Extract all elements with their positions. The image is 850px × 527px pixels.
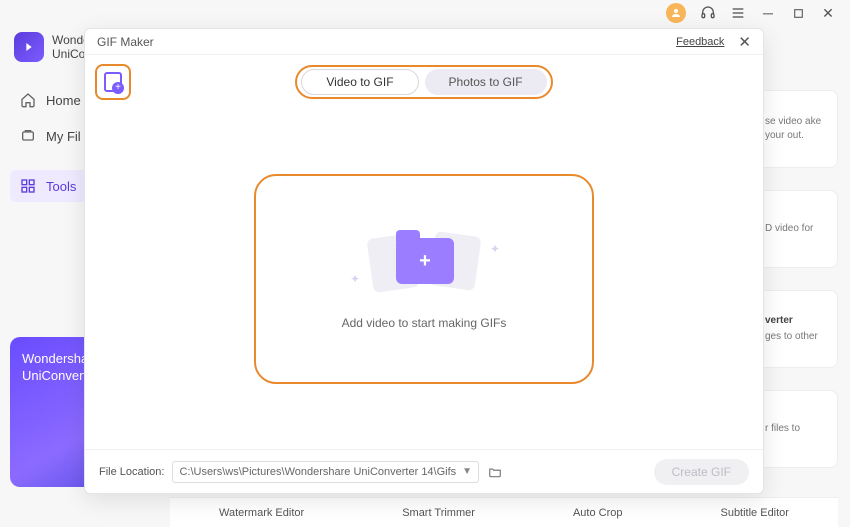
tool-card[interactable]: r files to <box>756 390 838 468</box>
user-avatar[interactable] <box>666 3 686 23</box>
close-window-icon[interactable]: ✕ <box>820 5 836 21</box>
tab-group: Video to GIF Photos to GIF <box>295 65 552 99</box>
sidebar-item-label: My Fil <box>46 129 81 144</box>
tool-link[interactable]: Auto Crop <box>573 507 623 519</box>
tab-video-to-gif[interactable]: Video to GIF <box>301 69 418 95</box>
tool-card[interactable]: verterges to other <box>756 290 838 368</box>
bottom-tool-strip: Watermark Editor Smart Trimmer Auto Crop… <box>170 497 838 527</box>
tool-link[interactable]: Smart Trimmer <box>402 507 475 519</box>
create-gif-button[interactable]: Create GIF <box>654 459 749 485</box>
sparkle-icon: ✦ <box>490 242 500 256</box>
home-icon <box>20 92 36 108</box>
feedback-link[interactable]: Feedback <box>676 36 724 48</box>
right-card-column: se video ake your out. D video for verte… <box>756 90 838 468</box>
brand-logo-icon <box>14 32 44 62</box>
tab-photos-to-gif[interactable]: Photos to GIF <box>425 69 547 95</box>
tool-card[interactable]: se video ake your out. <box>756 90 838 168</box>
drop-illustration: ✦ ✦ <box>364 228 484 298</box>
minimize-icon[interactable]: ─ <box>760 5 776 21</box>
sparkle-icon: ✦ <box>350 272 360 286</box>
tool-link[interactable]: Subtitle Editor <box>720 507 788 519</box>
sidebar-item-label: Home <box>46 93 81 108</box>
gif-maker-modal: GIF Maker Feedback ✕ Video to GIF Photos… <box>84 28 764 494</box>
add-file-icon <box>104 72 122 92</box>
drop-zone[interactable]: ✦ ✦ Add video to start making GIFs <box>254 174 594 384</box>
tool-card[interactable]: D video for <box>756 190 838 268</box>
drop-zone-text: Add video to start making GIFs <box>342 316 507 330</box>
chevron-down-icon: ▼ <box>462 466 472 477</box>
file-location-path: C:\Users\ws\Pictures\Wondershare UniConv… <box>179 466 456 478</box>
folder-plus-icon <box>396 238 454 284</box>
file-location-label: File Location: <box>99 466 164 478</box>
sidebar-item-label: Tools <box>46 179 76 194</box>
maximize-icon[interactable] <box>790 5 806 21</box>
menu-icon[interactable] <box>730 5 746 21</box>
add-file-button[interactable] <box>95 64 131 100</box>
modal-title: GIF Maker <box>97 35 154 49</box>
tools-icon <box>20 178 36 194</box>
headset-icon[interactable] <box>700 5 716 21</box>
open-folder-icon[interactable] <box>487 465 503 479</box>
tool-link[interactable]: Watermark Editor <box>219 507 304 519</box>
file-location-select[interactable]: C:\Users\ws\Pictures\Wondershare UniConv… <box>172 461 479 483</box>
files-icon <box>20 128 36 144</box>
close-icon[interactable]: ✕ <box>738 33 751 51</box>
